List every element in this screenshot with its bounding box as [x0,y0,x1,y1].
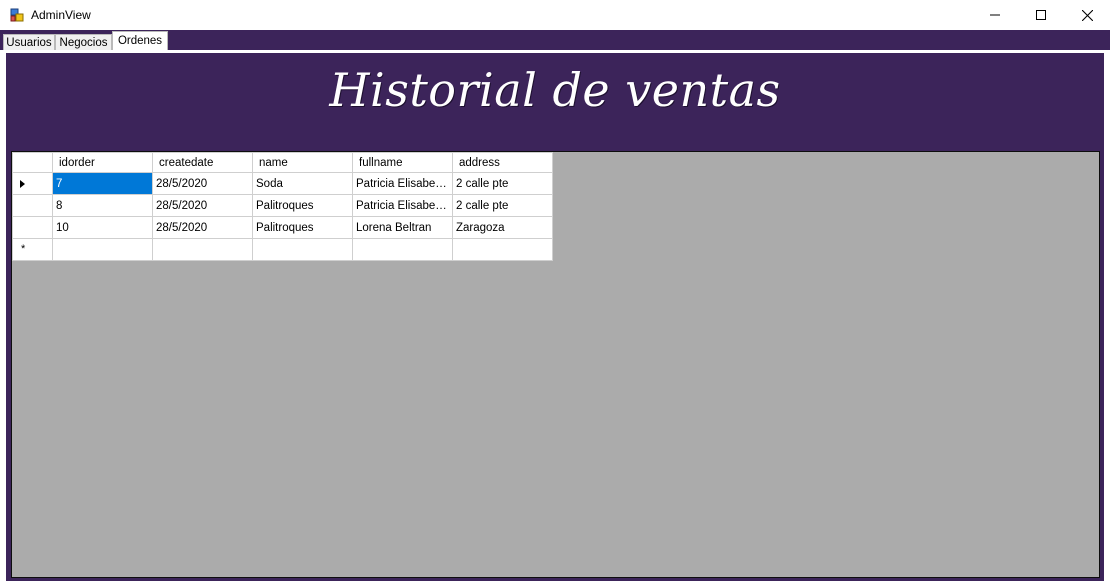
close-button[interactable] [1064,0,1110,30]
tab-strip: Usuarios Negocios Ordenes [0,30,1110,50]
current-row-arrow-icon [20,180,25,188]
close-icon [1081,9,1093,21]
orders-table: idorder createdate name fullname address… [12,152,553,261]
minimize-icon [990,14,1000,16]
new-cell-fullname[interactable] [352,238,453,261]
cell-createdate[interactable]: 28/5/2020 [152,216,253,239]
cell-fullname[interactable]: Patricia Elisabeth... [352,172,453,195]
window-title: AdminView [31,8,91,22]
app-window-icon [10,8,24,22]
new-row[interactable]: * [12,238,553,261]
cell-createdate[interactable]: 28/5/2020 [152,194,253,217]
column-header-idorder[interactable]: idorder [52,152,153,173]
cell-idorder[interactable]: 10 [52,216,153,239]
new-cell-createdate[interactable] [152,238,253,261]
row-header-current[interactable] [12,172,53,195]
cell-address[interactable]: 2 calle pte [452,172,553,195]
cell-name[interactable]: Soda [252,172,353,195]
table-row[interactable]: 10 28/5/2020 Palitroques Lorena Beltran … [12,216,553,239]
column-header-name[interactable]: name [252,152,353,173]
table-row[interactable]: 8 28/5/2020 Palitroques Patricia Elisabe… [12,194,553,217]
new-row-header[interactable]: * [12,238,53,261]
tab-ordenes[interactable]: Ordenes [112,31,168,50]
grid-corner-header[interactable] [12,152,53,173]
tab-usuarios[interactable]: Usuarios [3,34,55,50]
orders-data-grid[interactable]: idorder createdate name fullname address… [11,151,1100,578]
new-cell-idorder[interactable] [52,238,153,261]
table-header-row: idorder createdate name fullname address [12,152,553,173]
column-header-fullname[interactable]: fullname [352,152,453,173]
cell-name[interactable]: Palitroques [252,194,353,217]
cell-idorder[interactable]: 7 [52,172,153,195]
table-row[interactable]: 7 28/5/2020 Soda Patricia Elisabeth... 2… [12,172,553,195]
window-titlebar: AdminView [0,0,1110,30]
column-header-createdate[interactable]: createdate [152,152,253,173]
column-header-address[interactable]: address [452,152,553,173]
maximize-button[interactable] [1018,0,1064,30]
row-header[interactable] [12,216,53,239]
row-header[interactable] [12,194,53,217]
maximize-icon [1036,10,1046,20]
cell-address[interactable]: 2 calle pte [452,194,553,217]
cell-createdate[interactable]: 28/5/2020 [152,172,253,195]
page-title: Historial de ventas [329,63,781,117]
cell-idorder[interactable]: 8 [52,194,153,217]
cell-fullname[interactable]: Patricia Elisabeth... [352,194,453,217]
tab-negocios[interactable]: Negocios [55,34,112,50]
new-cell-name[interactable] [252,238,353,261]
cell-address[interactable]: Zaragoza [452,216,553,239]
cell-fullname[interactable]: Lorena Beltran [352,216,453,239]
minimize-button[interactable] [972,0,1018,30]
new-cell-address[interactable] [452,238,553,261]
cell-name[interactable]: Palitroques [252,216,353,239]
new-row-asterisk-icon: * [21,243,26,255]
